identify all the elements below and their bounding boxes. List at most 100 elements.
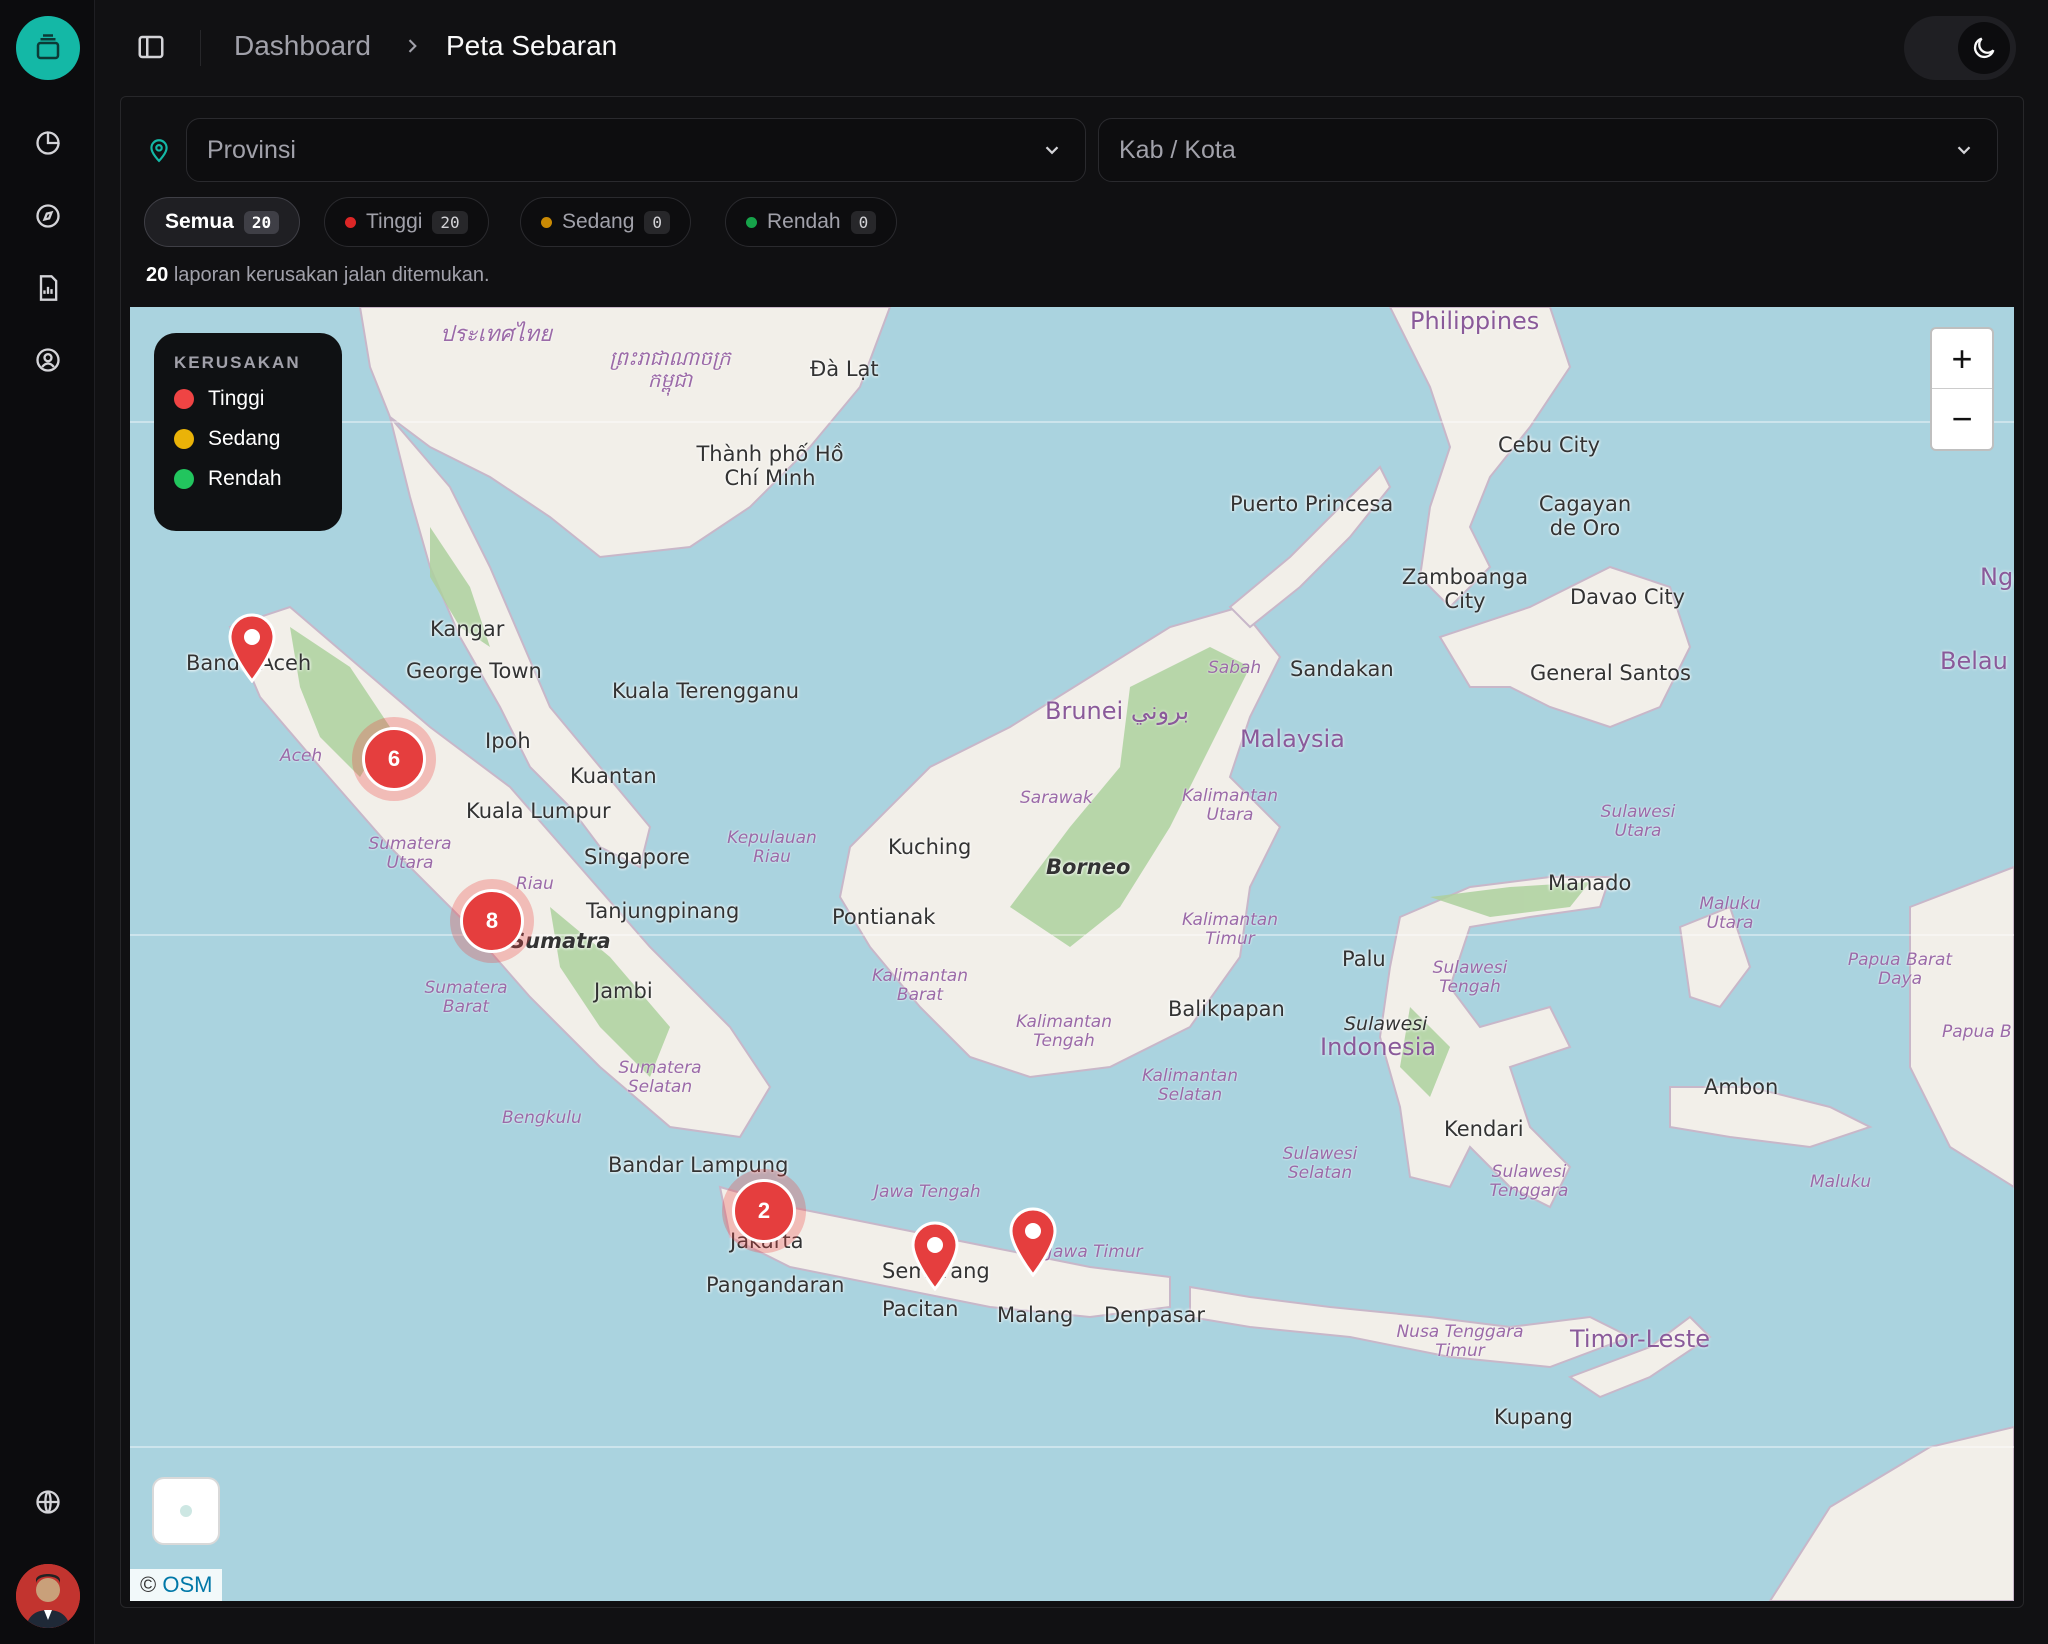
marker-cluster[interactable]: 6: [352, 717, 436, 801]
map-label: Pontianak: [832, 905, 936, 929]
map-label: Sumatera Barat: [424, 978, 508, 1017]
map-label: Papua Barat Daya: [1847, 950, 1953, 989]
legend-swatch: [174, 429, 194, 449]
map-label: ประเทศไทย: [440, 322, 553, 347]
severity-legend: KERUSAKAN Tinggi Sedang Rendah: [154, 333, 342, 531]
map-label: Malang: [997, 1303, 1074, 1327]
tab-rendah[interactable]: Rendah 0: [725, 197, 898, 247]
map-label: Jawa Timur: [1048, 1242, 1143, 1262]
map-label: Indonesia: [1320, 1033, 1437, 1061]
map-label: Jawa Tengah: [874, 1182, 981, 1202]
tab-semua[interactable]: Semua 20: [144, 197, 301, 247]
map-label: George Town: [406, 659, 542, 683]
tab-label: Tinggi: [366, 210, 423, 233]
zoom-out-button[interactable]: −: [1932, 389, 1992, 449]
chevron-down-icon: [1041, 139, 1063, 166]
globe-icon[interactable]: [28, 1482, 68, 1522]
zoom-in-button[interactable]: +: [1932, 329, 1992, 389]
map-label: Philippines: [1410, 307, 1540, 335]
map-marker-pin-icon[interactable]: [1007, 1207, 1059, 1277]
map-label: Sulawesi Selatan: [1282, 1144, 1358, 1183]
nav-statistics-icon[interactable]: [28, 123, 68, 163]
map-label: Kalimantan Tengah: [1015, 1012, 1112, 1051]
map-pin-icon: [146, 136, 172, 169]
map-label: Borneo: [1046, 855, 1131, 879]
map-label: Kendari: [1444, 1117, 1524, 1141]
map-base: [130, 307, 2014, 1601]
locate-button[interactable]: [152, 1477, 220, 1545]
tab-count: 0: [644, 210, 671, 234]
attribution-prefix: ©: [140, 1572, 157, 1597]
map-label: Thành phố Hồ Chí Minh: [696, 442, 844, 490]
map-label: Kalimantan Barat: [871, 966, 968, 1005]
chevron-down-icon: [1953, 139, 1975, 166]
result-text: laporan kerusakan jalan ditemukan.: [173, 264, 490, 286]
tab-count: 0: [850, 210, 877, 234]
cluster-count: 2: [732, 1179, 796, 1243]
map-label: Kuala Terengganu: [612, 679, 800, 703]
legend-item: Rendah: [174, 467, 322, 491]
user-avatar[interactable]: [16, 1564, 80, 1628]
chevron-right-icon: [402, 34, 422, 63]
map-label: Palu: [1342, 947, 1386, 971]
map-label: Papua B: [1942, 1022, 2012, 1042]
city-select-label: Kab / Kota: [1119, 136, 1236, 164]
tab-count: 20: [432, 210, 468, 234]
legend-item: Tinggi: [174, 387, 322, 411]
map-marker-pin-icon[interactable]: [226, 613, 278, 683]
map-label: ព្រះរាជាណាចក្រកម្ពុជា: [609, 346, 731, 392]
map-label: Kuantan: [570, 764, 657, 788]
legend-swatch: [174, 469, 194, 489]
map-label: Kalimantan Utara: [1181, 786, 1278, 825]
map-label: Aceh: [280, 746, 323, 766]
theme-toggle[interactable]: [1904, 16, 2016, 80]
map-label: Kuala Lumpur: [466, 799, 611, 823]
nav-compass-icon[interactable]: [28, 196, 68, 236]
nav-user-icon[interactable]: [28, 340, 68, 380]
zoom-control: + −: [1930, 327, 1994, 451]
map-label: Timor-Leste: [1570, 1325, 1711, 1353]
result-count: 20: [146, 264, 169, 286]
map-label: Kupang: [1494, 1405, 1573, 1429]
cluster-count: 8: [460, 889, 524, 953]
map-label: Kangar: [430, 617, 505, 641]
province-select-label: Provinsi: [207, 136, 296, 164]
marker-cluster[interactable]: 2: [722, 1169, 806, 1253]
map-label: Davao City: [1570, 585, 1686, 609]
legend-label: Rendah: [208, 467, 282, 490]
app-logo[interactable]: [16, 16, 80, 80]
map-label: Belau: [1940, 647, 2008, 675]
tab-tinggi[interactable]: Tinggi 20: [324, 197, 489, 247]
map-label: Sulawesi Tenggara: [1489, 1162, 1569, 1201]
map-view[interactable]: Philippines ประเทศไทย ព្រះរាជាណាចក្រកម្ព…: [130, 307, 2014, 1601]
city-select[interactable]: Kab / Kota: [1098, 118, 1998, 182]
map-label: Nusa Tenggara Timur: [1396, 1322, 1524, 1361]
tab-label: Sedang: [562, 210, 635, 233]
breadcrumb-root[interactable]: Dashboard: [234, 30, 371, 62]
nav-report-icon[interactable]: [28, 268, 68, 308]
map-label: Sulawesi Tengah: [1432, 958, 1508, 997]
severity-dot: [746, 216, 757, 228]
map-attribution: © OSM: [130, 1569, 223, 1601]
sidebar: [0, 0, 95, 1644]
osm-link[interactable]: OSM: [162, 1572, 212, 1597]
map-label: General Santos: [1530, 661, 1691, 685]
map-label: Jambi: [594, 979, 653, 1003]
map-label: Tanjungpinang: [586, 899, 740, 923]
map-label: Sandakan: [1290, 657, 1394, 681]
marker-cluster[interactable]: 8: [450, 879, 534, 963]
map-label: Sabah: [1208, 658, 1262, 678]
tab-label: Rendah: [767, 210, 841, 233]
province-select[interactable]: Provinsi: [186, 118, 1086, 182]
legend-item: Sedang: [174, 427, 322, 451]
tab-sedang[interactable]: Sedang 0: [520, 197, 692, 247]
map-marker-pin-icon[interactable]: [909, 1221, 961, 1291]
map-label: Brunei بروني: [1045, 697, 1190, 725]
map-label: Maluku Utara: [1699, 894, 1761, 933]
map-label: Puerto Princesa: [1230, 492, 1394, 516]
divider: [200, 30, 201, 66]
sidebar-toggle-icon[interactable]: [136, 32, 166, 67]
legend-title: KERUSAKAN: [174, 353, 301, 372]
map-label: Balikpapan: [1168, 997, 1285, 1021]
severity-dot: [541, 216, 552, 228]
